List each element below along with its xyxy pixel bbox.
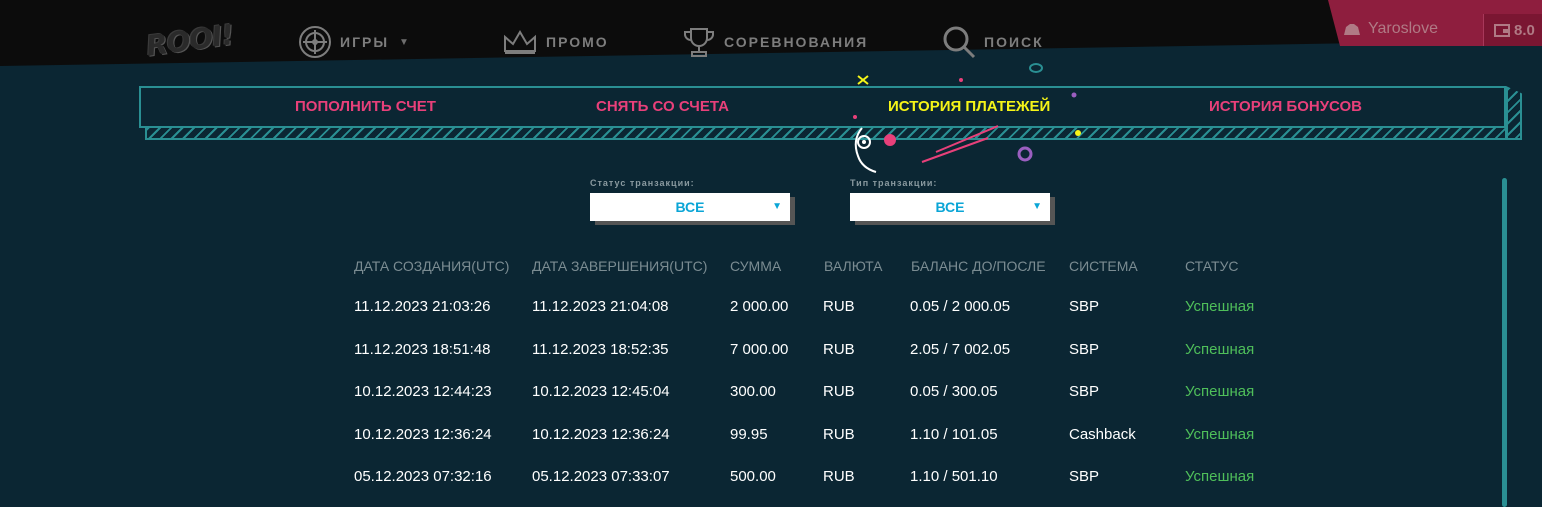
roulette-icon [299,26,331,58]
cell-status: Успешная [1185,341,1255,358]
cell-system: Cashback [1069,426,1136,443]
cell-status: Успешная [1185,298,1255,315]
cell-completed: 11.12.2023 18:52:35 [532,341,669,358]
cell-created: 10.12.2023 12:44:23 [354,383,492,400]
tabs-bar-decor [145,128,1507,140]
username-label: Yaroslove [1368,20,1438,37]
nav-competitions-label: СОРЕВНОВАНИЯ [724,34,869,50]
cell-balance: 1.10 / 101.05 [910,426,998,443]
column-header-created: ДАТА СОЗДАНИЯ(UTC) [354,258,510,274]
column-header-system: СИСТЕМА [1069,258,1138,274]
balance-value: 8.0 [1514,21,1535,39]
cell-amount: 2 000.00 [730,298,789,315]
tab-bonus-history[interactable]: ИСТОРИЯ БОНУСОВ [1209,98,1362,115]
wallet-balance[interactable]: 8.0 [1483,14,1542,46]
cell-currency: RUB [823,341,855,358]
type-filter-label: Тип транзакции: [850,178,938,188]
wallet-icon [1494,24,1510,37]
cell-system: SBP [1069,383,1100,400]
cell-created: 11.12.2023 21:03:26 [354,298,491,315]
status-filter-value: ВСЕ [675,199,705,215]
column-header-currency: ВАЛЮТА [824,258,883,274]
tabs-bar-side-decor [1506,86,1522,140]
nav-games[interactable]: ИГРЫ ▼ [298,22,411,62]
nav-games-label: ИГРЫ [340,34,390,50]
type-filter-select[interactable]: ВСЕ ▼ [850,193,1050,221]
cell-balance: 0.05 / 2 000.05 [910,298,1011,315]
cell-balance: 0.05 / 300.05 [910,383,998,400]
cell-completed: 10.12.2023 12:45:04 [532,383,670,400]
status-filter-label: Статус транзакции: [590,178,695,188]
cell-currency: RUB [823,383,855,400]
nav-search-label: ПОИСК [984,34,1044,50]
search-icon [943,26,976,59]
cell-status: Успешная [1185,468,1255,485]
column-header-amount: СУММА [730,258,782,274]
cell-balance: 1.10 / 501.10 [910,468,998,485]
dropdown-arrow-icon: ▼ [772,201,782,212]
cell-status: Успешная [1185,383,1255,400]
cell-created: 11.12.2023 18:51:48 [354,341,491,358]
cell-amount: 7 000.00 [730,341,789,358]
cell-status: Успешная [1185,426,1255,443]
cell-created: 10.12.2023 12:36:24 [354,426,492,443]
cell-balance: 2.05 / 7 002.05 [910,341,1011,358]
nav-search[interactable]: ПОИСК [942,22,1044,62]
crown-icon [504,30,536,54]
cell-system: SBP [1069,468,1100,485]
cell-system: SBP [1069,341,1100,358]
dropdown-arrow-icon: ▼ [1032,201,1042,212]
nav-promo-label: ПРОМО [546,34,609,50]
column-header-status: СТАТУС [1185,258,1239,274]
page-scrollbar[interactable] [1502,178,1507,507]
chevron-down-icon: ▼ [399,36,411,48]
cell-amount: 300.00 [730,383,776,400]
tab-withdraw[interactable]: СНЯТЬ СО СЧЕТА [596,98,729,115]
column-header-balance: БАЛАНС ДО/ПОСЛЕ [911,258,1046,274]
cell-currency: RUB [823,298,855,315]
nav-promo[interactable]: ПРОМО [502,22,609,62]
trophy-icon [684,28,714,57]
status-filter-select[interactable]: ВСЕ ▼ [590,193,790,221]
nav-competitions[interactable]: СОРЕВНОВАНИЯ [682,22,868,62]
cell-amount: 500.00 [730,468,776,485]
cell-created: 05.12.2023 07:32:16 [354,468,492,485]
cell-system: SBP [1069,298,1100,315]
cell-amount: 99.95 [730,426,768,443]
user-profile-link[interactable]: Yaroslove [1342,20,1438,38]
type-filter-value: ВСЕ [935,199,965,215]
cell-completed: 11.12.2023 21:04:08 [532,298,669,315]
cell-completed: 10.12.2023 12:36:24 [532,426,670,443]
cell-currency: RUB [823,468,855,485]
cell-completed: 05.12.2023 07:33:07 [532,468,670,485]
cell-currency: RUB [823,426,855,443]
user-icon [1344,24,1360,35]
column-header-completed: ДАТА ЗАВЕРШЕНИЯ(UTC) [532,258,708,274]
tab-payment-history[interactable]: ИСТОРИЯ ПЛАТЕЖЕЙ [888,98,1050,115]
confetti-decoration [853,63,1081,173]
tab-deposit[interactable]: ПОПОЛНИТЬ СЧЕТ [295,98,436,115]
